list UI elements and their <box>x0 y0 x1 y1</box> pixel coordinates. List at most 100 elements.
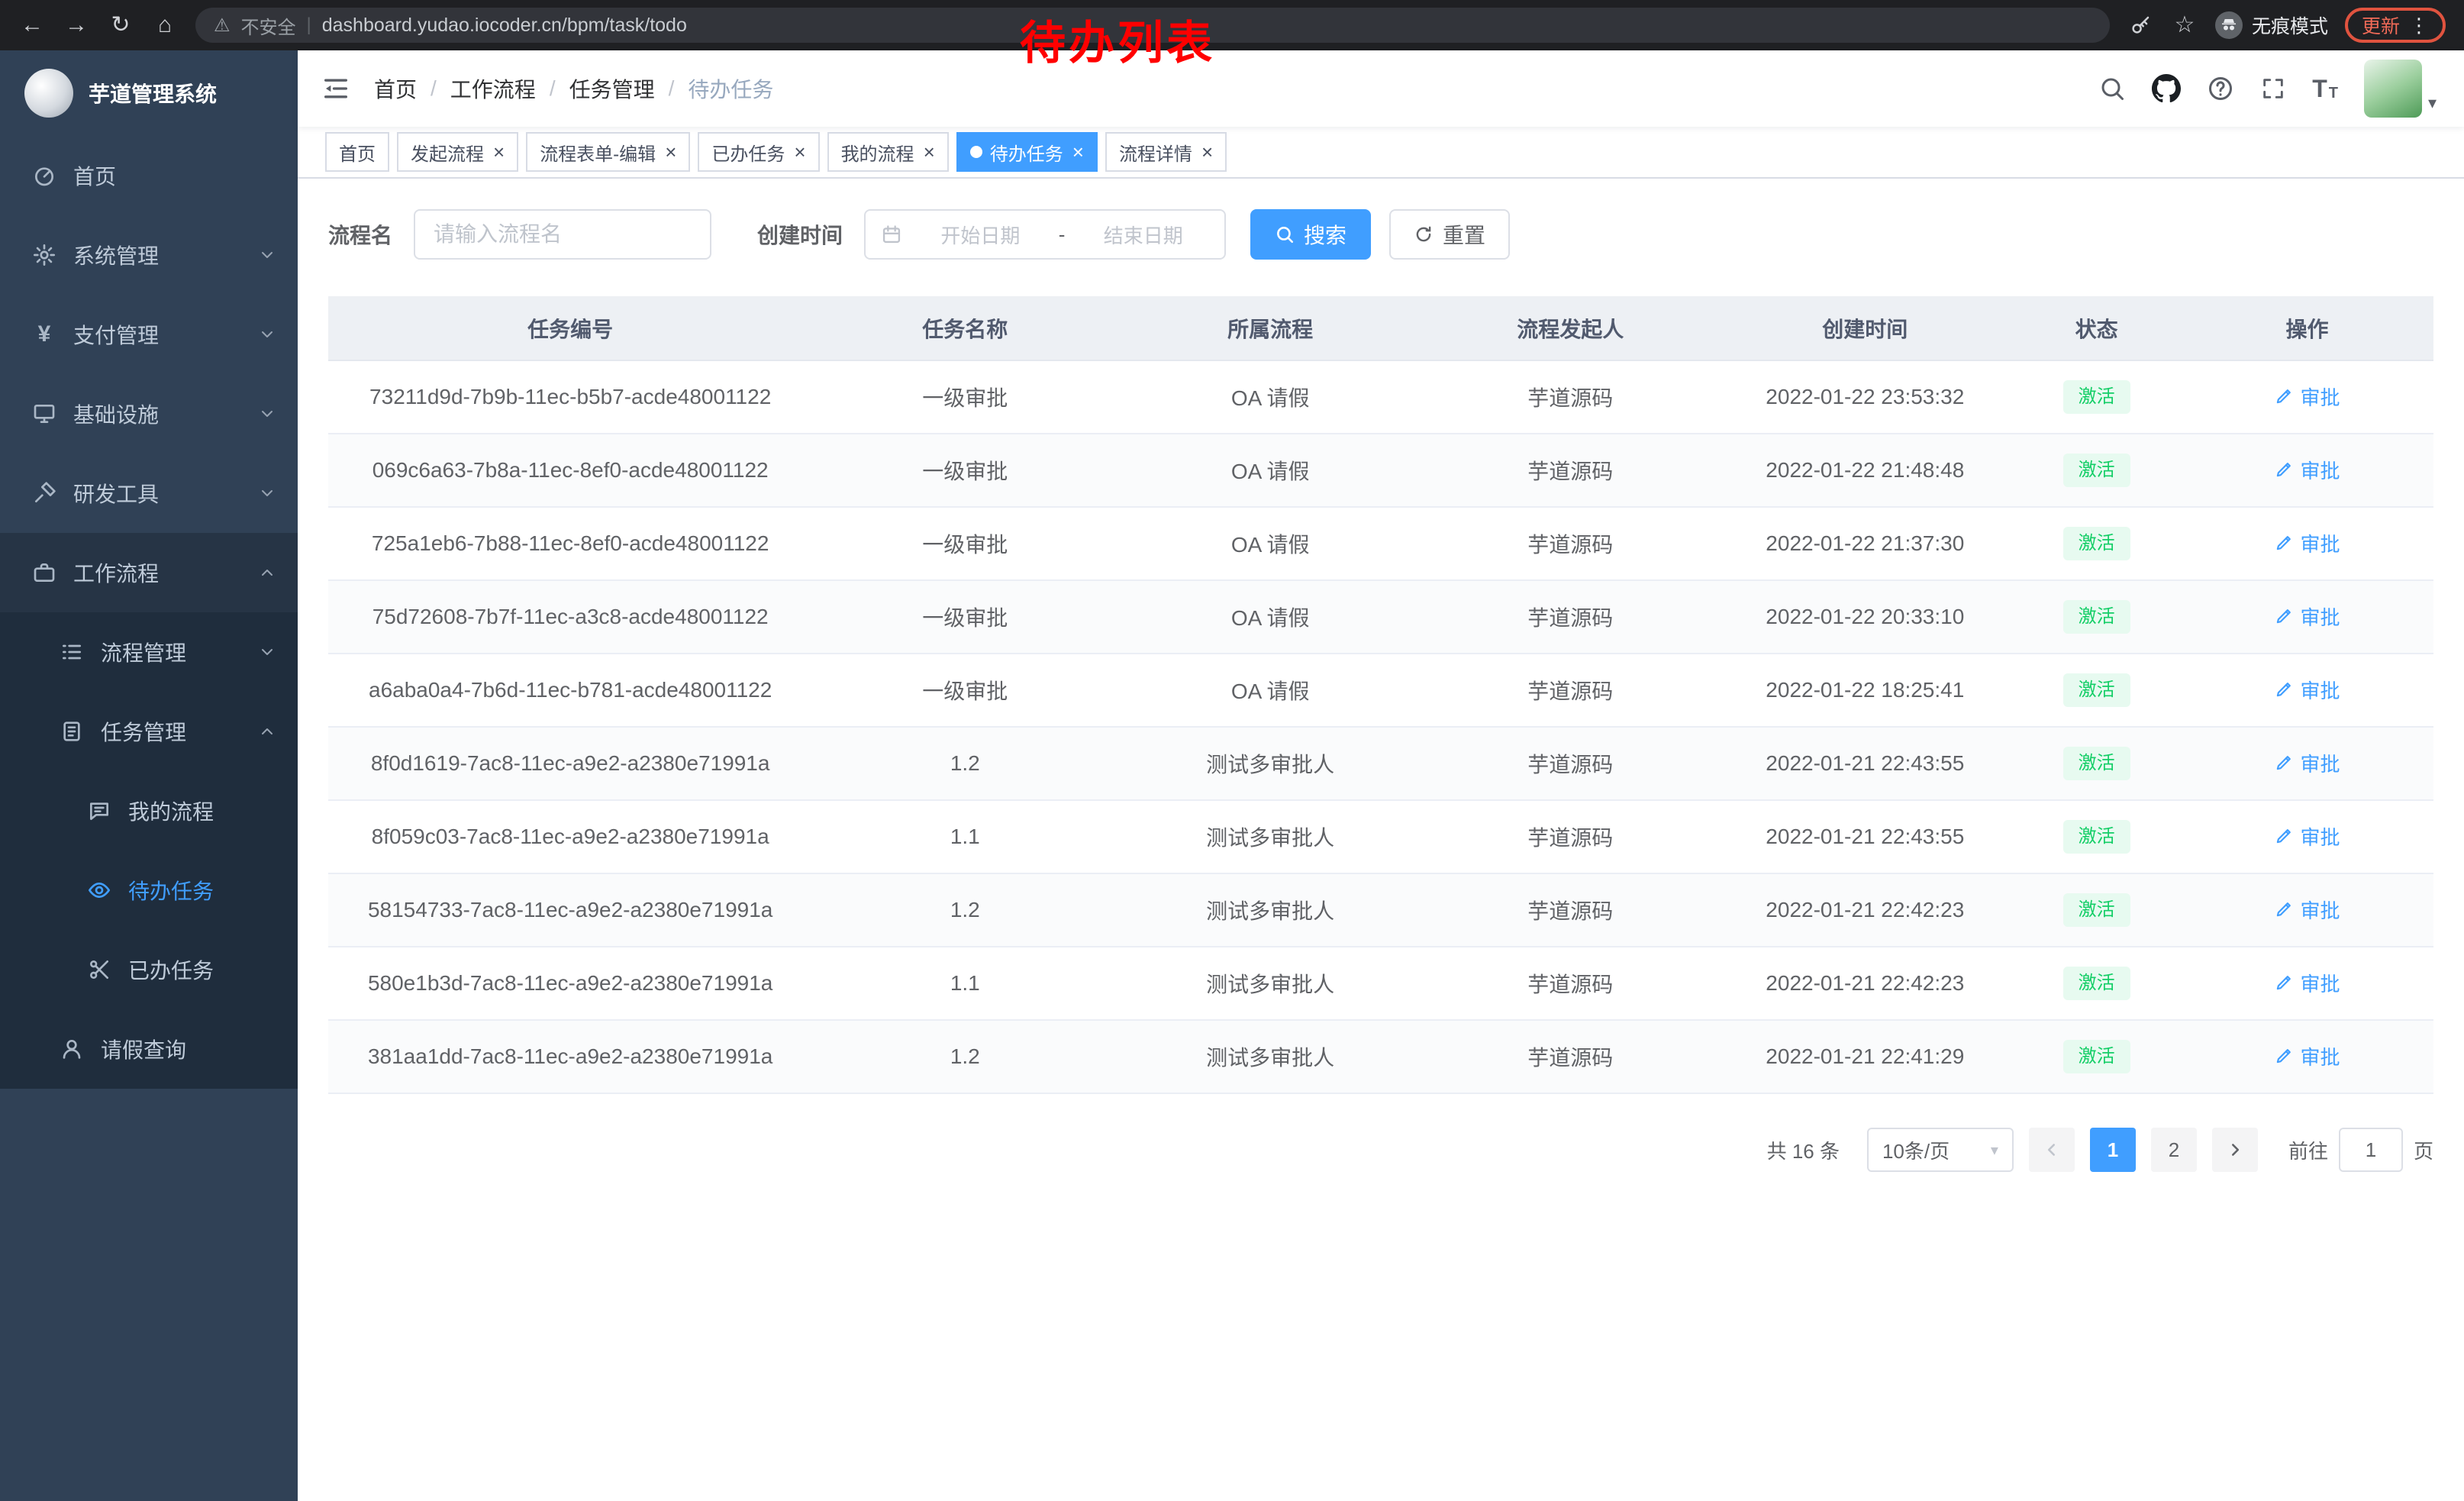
process-name-label: 流程名 <box>328 219 392 250</box>
sidebar-item-payment[interactable]: ¥支付管理 <box>0 295 298 374</box>
pager-pages: 12 <box>2090 1128 2197 1172</box>
cell-status: 激活 <box>2012 800 2181 873</box>
help-icon[interactable] <box>2207 75 2234 102</box>
cell-starter: 芋道源码 <box>1423 434 1717 507</box>
logo[interactable]: 芋道管理系统 <box>0 50 298 136</box>
sidebar-item-system[interactable]: 系统管理 <box>0 215 298 295</box>
start-date-placeholder: 开始日期 <box>914 221 1047 249</box>
tab-item[interactable]: 流程表单-编辑× <box>526 132 690 172</box>
tab-item[interactable]: 我的流程× <box>827 132 949 172</box>
approve-label: 审批 <box>2300 969 2340 997</box>
approve-link[interactable]: 审批 <box>2274 1042 2340 1070</box>
sidebar-item-process-manage[interactable]: 流程管理 <box>0 612 298 692</box>
page-content: 流程名 创建时间 开始日期 - 结束日期 搜索 <box>298 179 2464 1501</box>
breadcrumb-item[interactable]: 首页 <box>374 73 417 104</box>
cell-starter: 芋道源码 <box>1423 1020 1717 1093</box>
breadcrumb-item[interactable]: 任务管理 <box>569 73 655 104</box>
sidebar-item-task-manage[interactable]: 任务管理 <box>0 692 298 771</box>
table-body: 73211d9d-7b9b-11ec-b5b7-acde48001122一级审批… <box>328 360 2433 1093</box>
sidebar-item-done-task[interactable]: 已办任务 <box>0 930 298 1009</box>
close-icon[interactable]: × <box>794 142 805 162</box>
sidebar-item-my-process[interactable]: 我的流程 <box>0 771 298 851</box>
cell-id: 580e1b3d-7ac8-11ec-a9e2-a2380e71991a <box>328 947 812 1020</box>
update-label: 更新 <box>2362 11 2400 39</box>
tab-item[interactable]: 首页 <box>325 132 389 172</box>
key-icon[interactable] <box>2127 10 2154 40</box>
sidebar-item-workflow[interactable]: 工作流程 <box>0 533 298 612</box>
approve-label: 审批 <box>2300 822 2340 851</box>
cell-status: 激活 <box>2012 507 2181 580</box>
cell-id: 725a1eb6-7b88-11ec-8ef0-acde48001122 <box>328 507 812 580</box>
tab-label: 待办任务 <box>990 139 1063 166</box>
tab-item[interactable]: 待办任务 × <box>956 132 1098 172</box>
approve-link[interactable]: 审批 <box>2274 896 2340 924</box>
cell-process: 测试多审批人 <box>1118 800 1423 873</box>
sidebar-item-todo-task[interactable]: 待办任务 <box>0 851 298 930</box>
font-size-icon[interactable]: TT <box>2312 76 2338 101</box>
close-icon[interactable]: × <box>1201 142 1213 162</box>
close-icon[interactable]: × <box>493 142 505 162</box>
close-icon[interactable]: × <box>665 142 676 162</box>
sidebar-item-leave-query[interactable]: 请假查询 <box>0 1009 298 1089</box>
next-page-button[interactable] <box>2212 1128 2258 1172</box>
my-process-icon <box>85 799 113 823</box>
user-menu[interactable]: ▾ <box>2364 60 2437 118</box>
incognito-label: 无痕模式 <box>2252 11 2328 39</box>
task-table: 任务编号任务名称所属流程流程发起人创建时间状态操作 73211d9d-7b9b-… <box>328 296 2433 1094</box>
approve-link[interactable]: 审批 <box>2274 456 2340 484</box>
tab-item[interactable]: 已办任务× <box>698 132 819 172</box>
approve-label: 审批 <box>2300 676 2340 704</box>
search-button[interactable]: 搜索 <box>1250 209 1371 260</box>
sidebar-item-home[interactable]: 首页 <box>0 136 298 215</box>
sidebar-item-label: 已办任务 <box>128 954 214 985</box>
approve-link[interactable]: 审批 <box>2274 676 2340 704</box>
cell-status: 激活 <box>2012 580 2181 654</box>
breadcrumb-item[interactable]: 工作流程 <box>450 73 536 104</box>
forward-icon[interactable]: → <box>63 10 90 40</box>
page-size-value: 10条/页 <box>1882 1136 1950 1164</box>
cell-id: 73211d9d-7b9b-11ec-b5b7-acde48001122 <box>328 360 812 434</box>
close-icon[interactable]: × <box>1072 142 1084 162</box>
page-size-select[interactable]: 10条/页 ▾ <box>1867 1128 2014 1172</box>
bookmark-star-icon[interactable]: ☆ <box>2171 10 2198 40</box>
fullscreen-icon[interactable] <box>2260 76 2286 102</box>
home-icon[interactable]: ⌂ <box>151 10 179 40</box>
process-name-input[interactable] <box>414 209 711 260</box>
edit-pen-icon <box>2274 679 2294 699</box>
search-button-icon <box>1275 224 1295 244</box>
approve-link[interactable]: 审批 <box>2274 383 2340 411</box>
sidebar-item-devtools[interactable]: 研发工具 <box>0 454 298 533</box>
sidebar: 芋道管理系统 首页系统管理¥支付管理基础设施研发工具工作流程流程管理任务管理我的… <box>0 50 298 1501</box>
reload-icon[interactable]: ↻ <box>107 10 134 40</box>
close-icon[interactable]: × <box>924 142 935 162</box>
sidebar-item-infrastructure[interactable]: 基础设施 <box>0 374 298 454</box>
approve-link[interactable]: 审批 <box>2274 602 2340 631</box>
app-title: 芋道管理系统 <box>89 78 217 108</box>
search-icon[interactable] <box>2098 75 2126 102</box>
approve-link[interactable]: 审批 <box>2274 969 2340 997</box>
github-icon[interactable] <box>2152 74 2181 103</box>
cell-starter: 芋道源码 <box>1423 873 1717 947</box>
dashboard-icon <box>31 163 58 188</box>
browser-menu-icon[interactable]: ⋮ <box>2409 14 2429 37</box>
user-avatar[interactable] <box>2364 60 2422 118</box>
update-button[interactable]: 更新 ⋮ <box>2345 8 2446 43</box>
tab-item[interactable]: 流程详情× <box>1105 132 1227 172</box>
create-time-label: 创建时间 <box>757 219 843 250</box>
approve-link[interactable]: 审批 <box>2274 749 2340 777</box>
tab-item[interactable]: 发起流程× <box>397 132 518 172</box>
sidebar-fold-icon[interactable] <box>298 50 374 127</box>
approve-link[interactable]: 审批 <box>2274 822 2340 851</box>
approve-label: 审批 <box>2300 1042 2340 1070</box>
cell-process: 测试多审批人 <box>1118 727 1423 800</box>
cell-id: 069c6a63-7b8a-11ec-8ef0-acde48001122 <box>328 434 812 507</box>
reset-button[interactable]: 重置 <box>1389 209 1510 260</box>
cell-action: 审批 <box>2181 654 2433 727</box>
approve-link[interactable]: 审批 <box>2274 529 2340 557</box>
back-icon[interactable]: ← <box>18 10 46 40</box>
annotation-todo-list: 待办列表 <box>1020 6 1215 73</box>
page-button-2[interactable]: 2 <box>2151 1128 2197 1172</box>
page-button-1[interactable]: 1 <box>2090 1128 2136 1172</box>
date-range-picker[interactable]: 开始日期 - 结束日期 <box>864 209 1226 260</box>
goto-page-input[interactable] <box>2339 1128 2403 1172</box>
